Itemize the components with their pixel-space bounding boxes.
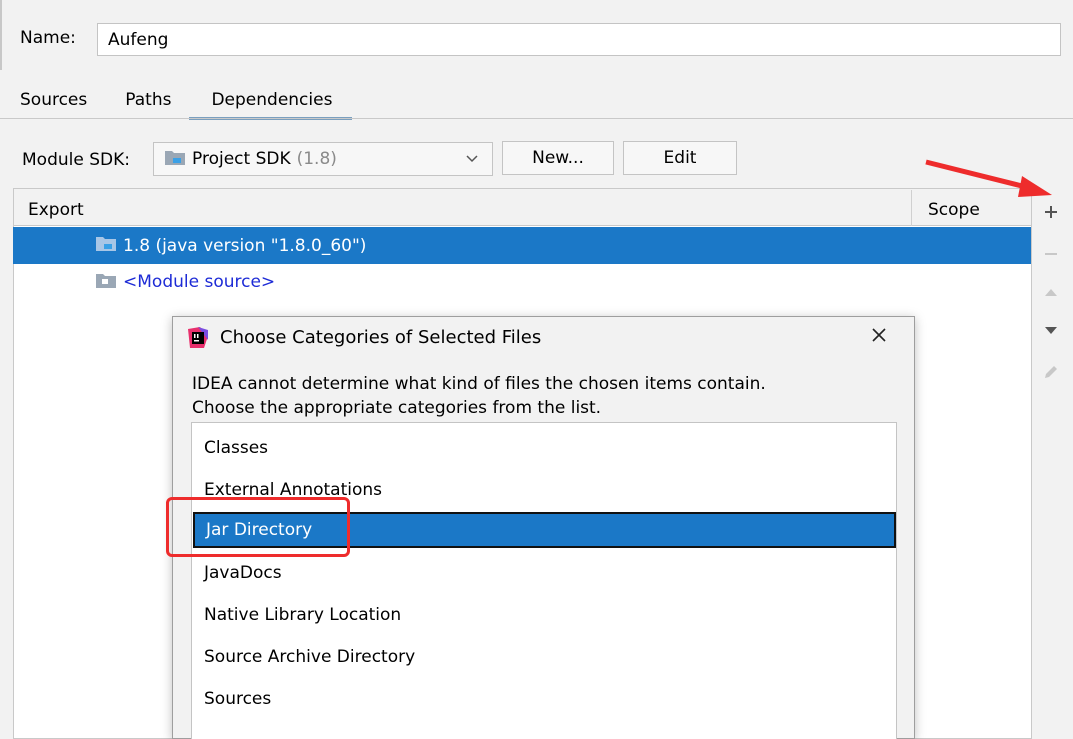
list-item-jar-directory[interactable]: Jar Directory <box>193 512 896 548</box>
dialog-title: Choose Categories of Selected Files <box>220 327 542 348</box>
sdk-selected-value: Project SDK <box>192 149 291 169</box>
list-item-source-archive-directory[interactable]: Source Archive Directory <box>193 639 896 675</box>
list-item-sources[interactable]: Sources <box>193 681 896 717</box>
minus-icon[interactable] <box>1034 237 1068 271</box>
close-icon[interactable] <box>862 318 896 352</box>
dialog-message-line2: Choose the appropriate categories from t… <box>192 398 602 418</box>
arrow-down-icon[interactable] <box>1034 313 1068 347</box>
project-structure-dependencies-panel: Name: Sources Paths Dependencies Module … <box>0 0 1073 739</box>
column-header-export[interactable]: Export <box>28 200 84 220</box>
name-input[interactable] <box>97 23 1061 56</box>
new-sdk-button[interactable]: New... <box>502 141 614 175</box>
column-header-scope[interactable]: Scope <box>928 200 980 220</box>
column-separator <box>911 190 912 226</box>
category-list: Classes External Annotations Jar Directo… <box>191 422 897 739</box>
sdk-folder-icon <box>164 148 186 171</box>
pencil-icon[interactable] <box>1034 355 1068 389</box>
tab-paths[interactable]: Paths <box>105 86 189 120</box>
sdk-selected-version: (1.8) <box>296 149 337 169</box>
jdk-folder-icon <box>95 234 117 257</box>
module-source-folder-icon <box>95 271 117 294</box>
dialog-message-line1: IDEA cannot determine what kind of files… <box>192 374 766 394</box>
table-row-module-source[interactable]: <Module source> <box>13 265 1031 299</box>
chevron-down-icon <box>464 150 480 173</box>
table-row-jdk[interactable]: 1.8 (java version "1.8.0_60") <box>13 227 1031 264</box>
list-item-native-library-location[interactable]: Native Library Location <box>193 597 896 633</box>
tabs-divider <box>0 118 1073 119</box>
arrow-up-icon[interactable] <box>1034 275 1068 309</box>
plus-icon[interactable] <box>1034 195 1068 229</box>
intellij-logo-icon <box>186 326 210 355</box>
module-sdk-label: Module SDK: <box>22 150 130 170</box>
tab-bar: Sources Paths Dependencies <box>0 86 353 120</box>
list-item-javadocs[interactable]: JavaDocs <box>193 555 896 591</box>
table-row-label: 1.8 (java version "1.8.0_60") <box>123 235 367 256</box>
table-row-label: <Module source> <box>123 272 276 292</box>
tab-dependencies[interactable]: Dependencies <box>189 86 353 120</box>
tab-sources[interactable]: Sources <box>0 86 105 120</box>
list-item-external-annotations[interactable]: External Annotations <box>193 472 896 508</box>
toolbar-separator <box>1031 188 1032 739</box>
list-item-classes[interactable]: Classes <box>193 430 896 466</box>
left-border <box>0 0 2 70</box>
edit-sdk-button[interactable]: Edit <box>623 141 737 175</box>
table-header <box>13 188 1031 226</box>
module-sdk-select[interactable]: Project SDK (1.8) <box>153 142 493 176</box>
name-label: Name: <box>20 28 76 48</box>
